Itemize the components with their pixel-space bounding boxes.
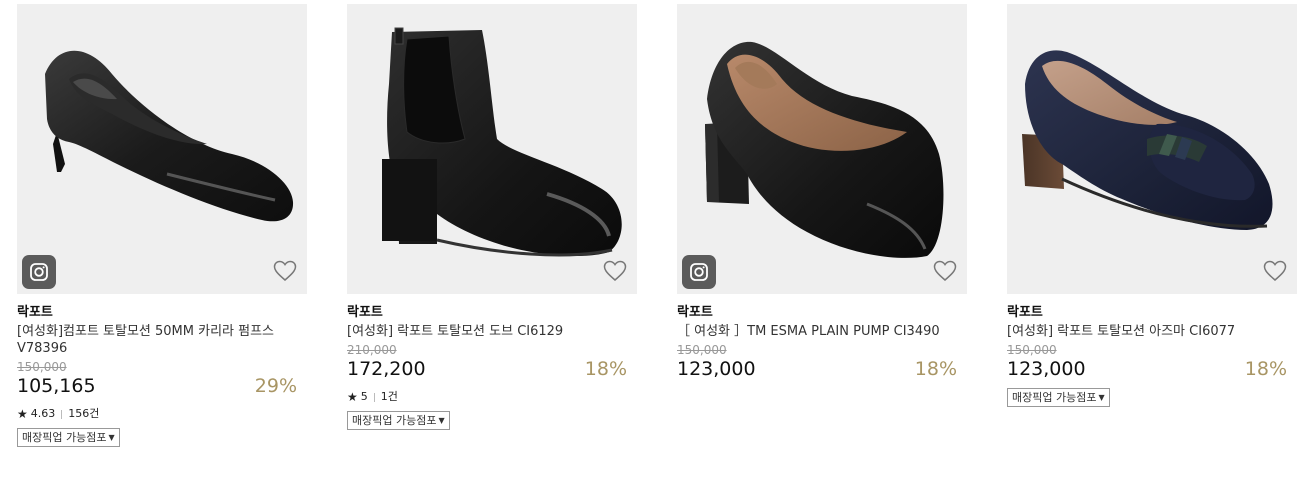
- product-image-link[interactable]: [677, 4, 967, 294]
- original-price: 150,000: [1007, 343, 1057, 357]
- sale-price: 105,165: [17, 375, 96, 397]
- product-card: 락포트 [여성화] 락포트 토탈모션 도브 CI6129 210,000 172…: [347, 4, 637, 430]
- sale-price: 123,000: [1007, 358, 1086, 380]
- store-pickup-dropdown[interactable]: 매장픽업 가능점포 ▼: [347, 411, 450, 430]
- product-card: 락포트 [여성화] 락포트 토탈모션 아즈마 CI6077 150,000 12…: [1007, 4, 1297, 407]
- product-image: [45, 50, 294, 222]
- brand-name: 락포트: [347, 305, 383, 320]
- star-icon: ★: [17, 407, 28, 421]
- product-name[interactable]: [여성화] 락포트 토탈모션 도브 CI6129: [347, 323, 617, 340]
- divider: [373, 392, 375, 402]
- store-pickup-label: 매장픽업 가능점포: [22, 431, 107, 444]
- price-row: 123,000 18%: [677, 357, 967, 381]
- brand-name: 락포트: [1007, 305, 1043, 320]
- brand-name: 락포트: [677, 305, 713, 320]
- store-pickup-dropdown[interactable]: 매장픽업 가능점포 ▼: [1007, 388, 1110, 407]
- sale-price: 172,200: [347, 358, 426, 380]
- product-card: 락포트 ［ 여성화 ］TM ESMA PLAIN PUMP CI3490 150…: [677, 4, 967, 381]
- price-row: 172,200 18%: [347, 357, 637, 381]
- store-pickup-label: 매장픽업 가능점포: [1012, 391, 1097, 404]
- product-image: [382, 27, 622, 257]
- store-pickup-dropdown[interactable]: 매장픽업 가능점포 ▼: [17, 428, 120, 447]
- discount-rate: 29%: [254, 375, 297, 397]
- original-price: 150,000: [677, 343, 727, 357]
- triangle-down-icon: ▼: [438, 416, 445, 425]
- product-name[interactable]: [여성화]컴포트 토탈모션 50MM 카리라 펌프스 V78396: [17, 323, 287, 357]
- brand-name: 락포트: [17, 305, 53, 320]
- heart-outline-icon[interactable]: [1263, 260, 1287, 282]
- discount-rate: 18%: [1244, 358, 1287, 380]
- product-image-link[interactable]: [1007, 4, 1297, 294]
- star-icon: ★: [347, 390, 358, 404]
- product-image-link[interactable]: [17, 4, 307, 294]
- original-price: 150,000: [17, 360, 67, 374]
- heart-outline-icon[interactable]: [273, 260, 297, 282]
- instagram-icon[interactable]: [22, 255, 56, 289]
- product-grid: 락포트 [여성화]컴포트 토탈모션 50MM 카리라 펌프스 V78396 15…: [0, 4, 1312, 488]
- discount-rate: 18%: [914, 358, 957, 380]
- product-image: [705, 41, 944, 258]
- rating-score: 4.63: [30, 407, 56, 420]
- rating-score: 5: [360, 390, 368, 403]
- product-card: 락포트 [여성화]컴포트 토탈모션 50MM 카리라 펌프스 V78396 15…: [17, 4, 307, 447]
- triangle-down-icon: ▼: [108, 433, 115, 442]
- product-name[interactable]: [여성화] 락포트 토탈모션 아즈마 CI6077: [1007, 323, 1277, 340]
- rating: ★ 5 1건: [347, 390, 637, 404]
- product-image: [1022, 50, 1273, 230]
- rating: ★ 4.63 156건: [17, 407, 307, 421]
- price-row: 105,165 29%: [17, 374, 307, 398]
- divider: [61, 409, 63, 419]
- product-name[interactable]: ［ 여성화 ］TM ESMA PLAIN PUMP CI3490: [677, 323, 947, 340]
- product-image-link[interactable]: [347, 4, 637, 294]
- original-price: 210,000: [347, 343, 397, 357]
- price-row: 123,000 18%: [1007, 357, 1297, 381]
- sale-price: 123,000: [677, 358, 756, 380]
- heart-outline-icon[interactable]: [933, 260, 957, 282]
- instagram-icon[interactable]: [682, 255, 716, 289]
- review-count: 156건: [68, 407, 100, 420]
- heart-outline-icon[interactable]: [603, 260, 627, 282]
- store-pickup-label: 매장픽업 가능점포: [352, 414, 437, 427]
- discount-rate: 18%: [584, 358, 627, 380]
- review-count: 1건: [380, 390, 398, 403]
- triangle-down-icon: ▼: [1098, 393, 1105, 402]
